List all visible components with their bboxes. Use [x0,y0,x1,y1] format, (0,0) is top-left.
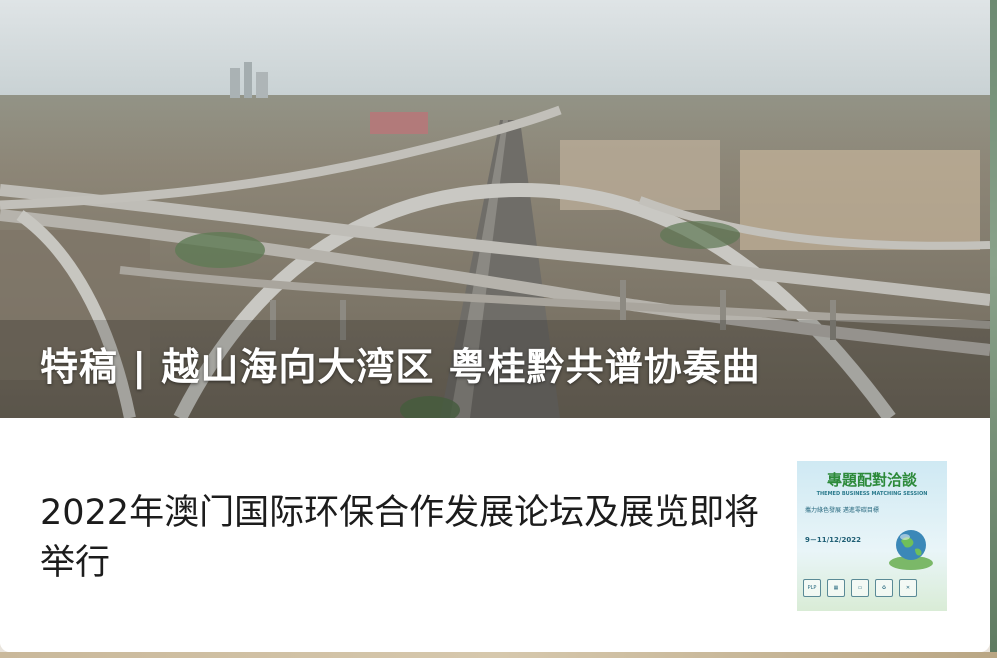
hero-banner[interactable]: 特稿 | 越山海向大湾区 粤桂黔共谱协奏曲 [0,0,990,418]
feed-card: 特稿 | 越山海向大湾区 粤桂黔共谱协奏曲 2022年澳门国际环保合作发展论坛及… [0,0,990,652]
article-item[interactable]: 2022年澳门国际环保合作发展论坛及展览即将举行 專題配對洽談 THEMED B… [0,418,990,652]
background-edge-bottom [0,652,997,658]
article-thumbnail[interactable]: 專題配對洽談 THEMED BUSINESS MATCHING SESSION … [797,461,947,611]
background-edge-right [990,0,997,658]
building-icon: ▦ [827,579,845,597]
hero-title[interactable]: 特稿 | 越山海向大湾区 粤桂黔共谱协奏曲 [40,336,761,391]
thumbnail-date: 9－11/12/2022 [805,536,861,544]
tools-icon: ✕ [899,579,917,597]
plp-icon: PLP [803,579,821,597]
thumbnail-title: 專題配對洽談 [826,471,917,489]
recycle-icon: ♻ [875,579,893,597]
globe-icon [889,530,933,570]
thumbnail-subtitle: THEMED BUSINESS MATCHING SESSION [816,491,928,497]
thumbnail-icon-row: PLP ▦ ▭ ♻ ✕ [803,579,917,597]
thumbnail-tagline: 攜力綠色發展 邁進零碳目標 [805,507,879,514]
vehicle-icon: ▭ [851,579,869,597]
article-title[interactable]: 2022年澳门国际环保合作发展论坛及展览即将举行 [40,488,770,588]
